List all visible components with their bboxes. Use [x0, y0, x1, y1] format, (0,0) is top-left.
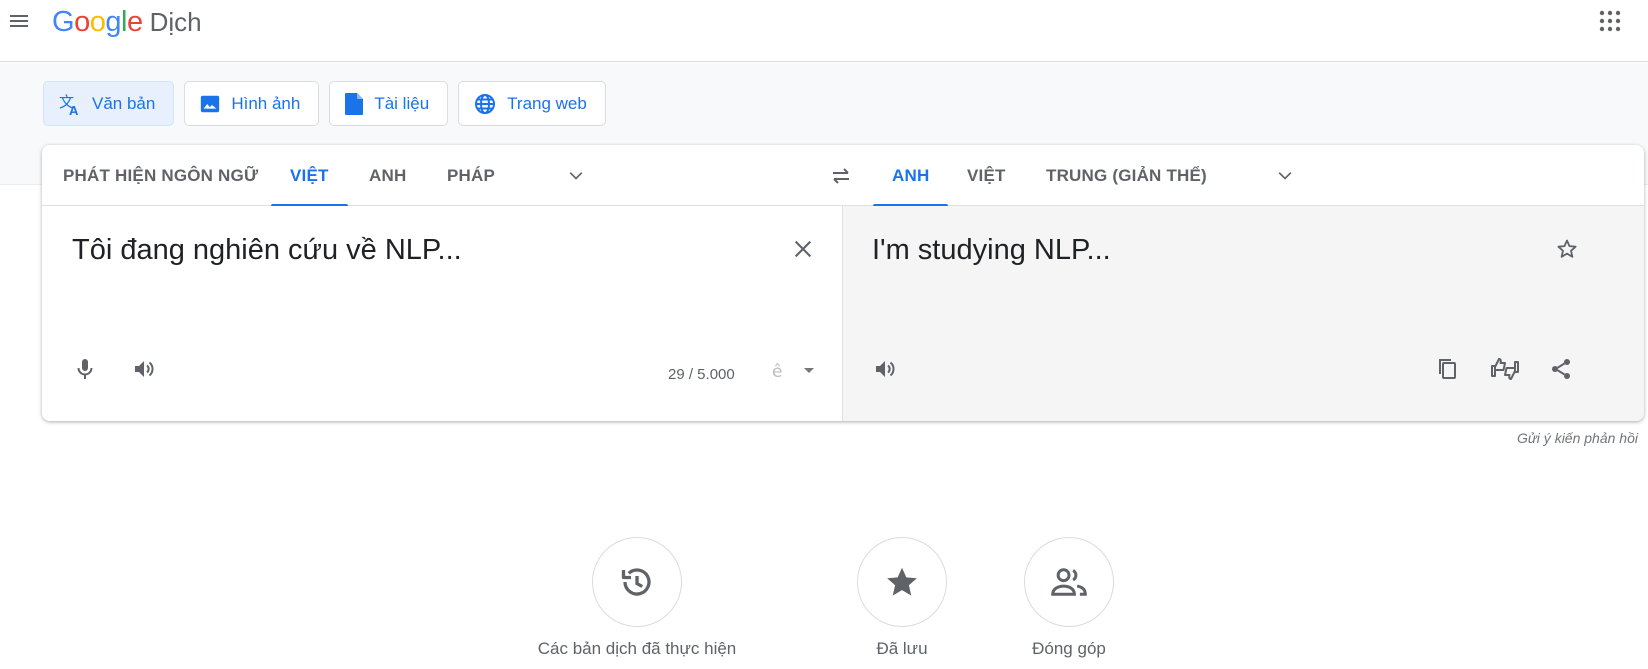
contribute-label: Đóng góp [1032, 639, 1106, 658]
svg-text:ê: ê [772, 362, 782, 380]
logo-letter: G [52, 6, 75, 38]
language-bar: PHÁT HIỆN NGÔN NGỮ VIỆT ANH PHÁP ANH VIỆ… [42, 145, 1644, 207]
logo-letter: e [126, 6, 143, 38]
source-lang-detect[interactable]: PHÁT HIỆN NGÔN NGỮ [63, 145, 258, 206]
save-translation-star-icon[interactable] [1552, 234, 1582, 264]
microphone-icon[interactable] [70, 354, 100, 384]
mode-document-button[interactable]: Tài liệu [329, 81, 449, 126]
translation-card: PHÁT HIỆN NGÔN NGỮ VIỆT ANH PHÁP ANH VIỆ… [42, 145, 1644, 421]
saved-label: Đã lưu [876, 639, 928, 658]
history-icon [619, 564, 655, 600]
history-shortcut[interactable]: Các bản dịch đã thực hiện [538, 537, 736, 659]
history-button[interactable] [592, 537, 682, 627]
send-feedback-link[interactable]: Gửi ý kiến phản hồi [1517, 430, 1638, 446]
clear-text-close-icon[interactable] [788, 234, 818, 264]
target-lang-english[interactable]: ANH [873, 145, 949, 207]
image-icon [199, 93, 221, 115]
mode-selector: 文A Văn bản Hình ảnh Tài liệu Trang web [43, 81, 606, 126]
saved-button[interactable] [857, 537, 947, 627]
copy-translation-icon[interactable] [1432, 354, 1462, 384]
target-lang-more-chevron-down-icon[interactable] [1272, 163, 1298, 189]
google-translate-logo[interactable]: G o o g l e Dịch [52, 6, 202, 39]
logo-letter: g [105, 6, 121, 38]
svg-text:A: A [69, 103, 79, 116]
contribute-button[interactable] [1024, 537, 1114, 627]
document-icon [344, 92, 364, 116]
source-lang-french[interactable]: PHÁP [447, 145, 495, 206]
mode-label: Văn bản [92, 93, 156, 113]
source-lang-english[interactable]: ANH [369, 145, 406, 206]
history-label: Các bản dịch đã thực hiện [537, 639, 737, 658]
character-counter: 29 / 5.000 [668, 366, 735, 383]
input-tools-keyboard-icon[interactable]: ê [767, 358, 791, 382]
rate-translation-thumbs-icon[interactable] [1488, 354, 1522, 384]
mode-label: Trang web [507, 93, 587, 113]
people-icon [1050, 565, 1088, 599]
saved-shortcut[interactable]: Đã lưu [857, 537, 947, 659]
target-listen-speaker-icon[interactable] [870, 354, 900, 384]
contribute-shortcut[interactable]: Đóng góp [1024, 537, 1114, 659]
target-lang-chinese-simplified[interactable]: TRUNG (GIẢN THỂ) [1046, 145, 1207, 206]
source-lang-vietnamese[interactable]: VIỆT [271, 145, 348, 207]
target-lang-vietnamese[interactable]: VIỆT [967, 145, 1006, 206]
source-text-input[interactable]: Tôi đang nghiên cứu về NLP... [72, 234, 462, 267]
logo-letter: o [89, 6, 106, 38]
mode-image-button[interactable]: Hình ảnh [184, 81, 320, 126]
translate-icon: 文A [58, 92, 82, 116]
mode-text-button[interactable]: 文A Văn bản [43, 81, 175, 126]
mode-label: Tài liệu [374, 93, 430, 113]
input-tools-caret-down-icon[interactable] [800, 361, 818, 379]
google-wordmark: G o o g l e [52, 6, 143, 39]
source-listen-speaker-icon[interactable] [129, 354, 159, 384]
apps-grid-icon[interactable] [1598, 9, 1622, 33]
mode-label: Hình ảnh [231, 93, 301, 113]
logo-letter: o [74, 6, 90, 38]
mode-website-button[interactable]: Trang web [458, 81, 606, 126]
saved-star-icon [884, 564, 920, 600]
main-menu-icon[interactable] [6, 8, 32, 34]
share-translation-icon[interactable] [1546, 354, 1576, 384]
translated-text: I'm studying NLP... [872, 234, 1111, 266]
target-panel: I'm studying NLP... [843, 206, 1644, 421]
top-bar: G o o g l e Dịch [0, 0, 1648, 62]
product-name: Dịch [149, 7, 202, 37]
source-panel: Tôi đang nghiên cứu về NLP... 29 / 5.000… [42, 206, 843, 421]
globe-icon [473, 92, 497, 116]
source-lang-more-chevron-down-icon[interactable] [563, 163, 589, 189]
swap-languages-icon[interactable] [827, 162, 855, 190]
